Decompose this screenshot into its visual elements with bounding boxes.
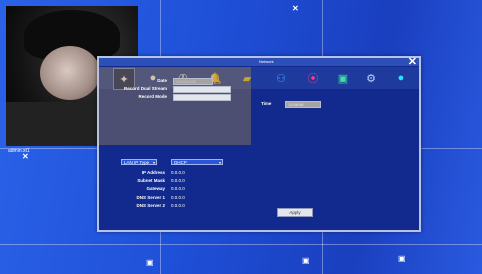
network-field-label: IP Address: [141, 170, 165, 175]
record-dual-stream-field[interactable]: [173, 86, 231, 93]
date-field[interactable]: 2016/02/26: [173, 78, 213, 85]
time-field[interactable]: 13:56:56: [285, 101, 321, 108]
channel-camera-icon[interactable]: ▣: [398, 254, 406, 263]
network-field-label: Gateway: [146, 186, 165, 192]
chevron-down-icon: ▾: [152, 160, 155, 165]
network-field-label: DNS Server 1: [136, 194, 165, 200]
monitor-icon[interactable]: ▣: [333, 68, 353, 88]
lan-ip-type-value: LAN IP Type: [124, 160, 150, 165]
channel-closed-icon: ✕: [22, 152, 29, 161]
date-value: 2016/02/26: [176, 79, 197, 84]
dhcp-select[interactable]: DHCP ▾: [171, 159, 223, 165]
dialog-title: Network: [259, 59, 274, 64]
network-field-value[interactable]: 0.0.0.0: [171, 178, 185, 183]
search-icon[interactable]: ⦿: [303, 68, 323, 88]
channel-camera-icon[interactable]: ▣: [146, 258, 154, 267]
network-field-value[interactable]: 0.0.0.0: [171, 186, 185, 191]
channel-closed-icon: ✕: [292, 4, 299, 13]
dhcp-value: DHCP: [174, 160, 187, 165]
gears-icon[interactable]: ⚙: [361, 68, 381, 88]
dvr-screen: admin.xt1 ✕ ✕ ▣ ▣ ▣ Network ✕ ✦●✇🔔▰⚇⦿▣⚙●…: [0, 0, 482, 274]
camera-subject-face: [40, 46, 100, 100]
network-field-value[interactable]: 0.0.0.0: [171, 195, 185, 200]
record-dual-stream-label: Record Dual Stream: [123, 86, 167, 91]
channel-camera-icon[interactable]: ▣: [302, 256, 310, 265]
info-icon[interactable]: ●: [391, 68, 411, 88]
network-field-label: DNS Server 2: [136, 202, 165, 208]
record-mode-field[interactable]: [173, 94, 231, 101]
network-field-value[interactable]: 0.0.0.0: [171, 203, 185, 208]
date-label: Date: [157, 78, 167, 83]
network-icon[interactable]: ⚇: [271, 68, 291, 88]
date-record-panel: Date 2016/02/26 Record Dual Stream Recor…: [99, 67, 251, 145]
record-mode-label: Record Mode: [138, 94, 167, 99]
lan-ip-type-select[interactable]: LAN IP Type ▾: [121, 159, 157, 165]
network-field-label: Subnet Mask: [137, 178, 165, 184]
time-value: 13:56:56: [288, 102, 304, 107]
grid-line-h2: [0, 244, 482, 245]
dialog-titlebar: Network ✕: [99, 56, 419, 68]
time-label: Time: [261, 101, 272, 106]
network-field-value[interactable]: 0.0.0.0: [171, 170, 185, 175]
settings-dialog: Network ✕ ✦●✇🔔▰⚇⦿▣⚙● Date 2016/02/26 Rec…: [97, 56, 421, 232]
apply-button[interactable]: Apply: [277, 208, 313, 217]
chevron-down-icon: ▾: [218, 160, 221, 165]
